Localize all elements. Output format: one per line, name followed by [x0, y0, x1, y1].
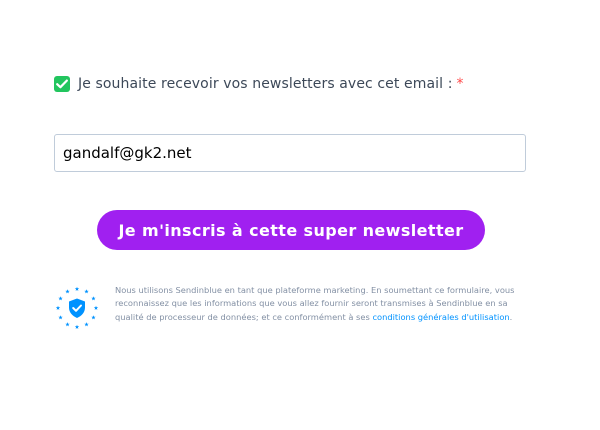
email-field[interactable]	[54, 134, 526, 172]
checkmark-icon	[56, 79, 68, 89]
gdpr-notice: Nous utilisons Sendinblue en tant que pl…	[54, 284, 528, 332]
eu-star-icon	[55, 305, 61, 310]
eu-shield-icon	[55, 286, 99, 329]
eu-star-icon	[65, 289, 70, 294]
consent-checkbox[interactable]	[54, 76, 70, 92]
gdpr-suffix: .	[509, 311, 513, 322]
consent-row: Je souhaite recevoir vos newsletters ave…	[54, 74, 464, 94]
newsletter-form: Je souhaite recevoir vos newsletters ave…	[0, 0, 600, 430]
subscribe-button[interactable]: Je m'inscris à cette super newsletter	[97, 210, 485, 250]
eu-star-icon	[65, 322, 70, 327]
eu-star-icon	[91, 296, 96, 301]
eu-star-icon	[91, 315, 96, 320]
consent-label: Je souhaite recevoir vos newsletters ave…	[78, 76, 453, 92]
terms-link[interactable]: conditions générales d'utilisation	[372, 312, 509, 322]
eu-star-icon	[93, 305, 99, 310]
eu-star-icon	[74, 324, 80, 329]
eu-star-icon	[74, 286, 80, 291]
eu-star-icon	[58, 296, 63, 301]
eu-star-icon	[84, 289, 89, 294]
required-mark: *	[456, 76, 464, 92]
gdpr-text: Nous utilisons Sendinblue en tant que pl…	[115, 284, 528, 332]
eu-star-icon	[58, 315, 63, 320]
eu-star-icon	[84, 322, 89, 327]
